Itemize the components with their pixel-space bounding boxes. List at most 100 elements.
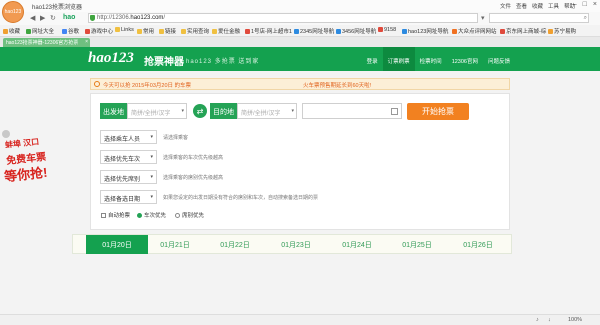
tab-strip: hao123抢票神器-12306官方抢票 × xyxy=(0,37,600,47)
bookmark-item[interactable]: 爱仕金融 xyxy=(212,27,240,35)
nav-feedback[interactable]: 问题反馈 xyxy=(483,47,515,71)
radio-dot xyxy=(175,213,180,218)
tab-close-icon[interactable]: × xyxy=(85,39,88,45)
header-nav: 登录 订票刷票 检票时间 12306官网 问题反馈 xyxy=(362,47,515,71)
bookmark-item[interactable]: Links xyxy=(115,27,134,33)
checkbox-box xyxy=(101,213,106,218)
seat-priority-select[interactable]: 选择优先席别 ▾ xyxy=(100,170,157,184)
clock-icon xyxy=(94,81,100,87)
date-tab[interactable]: 01月22日 xyxy=(204,235,266,254)
chevron-down-icon: ▾ xyxy=(150,154,153,160)
folder-icon xyxy=(137,29,142,34)
nav-check-time[interactable]: 检票时间 xyxy=(415,47,447,71)
bookmark-item[interactable]: 网址大全 xyxy=(26,27,54,35)
site-header: hao123 抢票神器 hao123 多抢票 送到家 登录 订票刷票 检票时间 … xyxy=(0,47,600,71)
swap-stations-button[interactable]: ⇄ xyxy=(193,104,207,118)
auto-grab-checkbox[interactable]: 自动抢票 xyxy=(101,211,130,219)
star-icon xyxy=(3,29,8,34)
bookmark-item[interactable]: 链接 xyxy=(159,27,176,35)
bookmark-item[interactable]: 游戏中心 xyxy=(85,27,113,35)
nav-login[interactable]: 登录 xyxy=(362,47,383,71)
train-priority-hint: 选择乘客的车次优先级越高 xyxy=(163,155,224,161)
search-icon[interactable]: ⌕ xyxy=(584,15,587,22)
url-text: http://12306.hao123.com/ xyxy=(97,15,166,21)
search-input[interactable]: ⌕ xyxy=(489,13,589,23)
bookmark-item[interactable]: hao123网址导航 xyxy=(402,27,448,35)
backup-date-select[interactable]: 选择备选日期 ▾ xyxy=(100,190,157,204)
from-station-input[interactable]: 简拼/全拼/汉字 ▾ xyxy=(127,103,187,119)
bookmark-item[interactable]: 9158 xyxy=(378,27,396,33)
menu-file[interactable]: 文件 xyxy=(500,2,511,10)
title-menu: 文件 查看 收藏 工具 帮助 xyxy=(500,2,575,10)
bookmark-item[interactable]: 1号店-网上超市1 xyxy=(245,27,292,35)
menu-tools[interactable]: 工具 xyxy=(548,2,559,10)
decoration-icon xyxy=(2,130,10,138)
minimize-icon[interactable]: – xyxy=(573,1,577,8)
site-icon xyxy=(402,29,407,34)
title-bar: hao123抢票浏览器 文件 查看 收藏 工具 帮助 – □ × xyxy=(0,0,600,12)
close-icon[interactable]: × xyxy=(593,1,597,8)
date-tab[interactable]: 01月23日 xyxy=(265,235,327,254)
brand-logo[interactable]: hao123 xyxy=(88,50,134,67)
chevron-down-icon: ▾ xyxy=(291,108,294,114)
bookmark-item[interactable]: 苏宁易购 xyxy=(548,27,576,35)
chevron-down-icon: ▾ xyxy=(150,194,153,200)
home-logo[interactable]: hao xyxy=(63,14,75,21)
maximize-icon[interactable]: □ xyxy=(583,1,587,8)
train-priority-select[interactable]: 选择优先车次 ▾ xyxy=(100,150,157,164)
menu-favorites[interactable]: 收藏 xyxy=(532,2,543,10)
promo-banner[interactable]: 蚌埠 汉口 免费车票 等你抢! xyxy=(0,128,60,186)
nav-ticket[interactable]: 订票刷票 xyxy=(382,47,415,71)
site-icon xyxy=(452,29,457,34)
download-icon[interactable]: ↓ xyxy=(548,317,551,323)
date-tab[interactable]: 01月24日 xyxy=(326,235,388,254)
sound-icon[interactable]: ♪ xyxy=(536,317,539,323)
status-bar: ♪ ↓ 100% xyxy=(0,314,600,325)
menu-view[interactable]: 查看 xyxy=(516,2,527,10)
folder-icon xyxy=(159,29,164,34)
to-station-input[interactable]: 简拼/全拼/汉字 ▾ xyxy=(237,103,297,119)
calendar-icon[interactable] xyxy=(391,108,398,115)
forward-icon[interactable]: ▶ xyxy=(40,14,45,22)
train-first-radio[interactable]: 车次优先 xyxy=(137,211,166,219)
site-icon xyxy=(378,27,383,32)
bookmark-item[interactable]: 收藏 xyxy=(3,27,20,35)
bookmark-item[interactable]: 实用查询 xyxy=(181,27,209,35)
bookmark-item[interactable]: 京东网上商城-综 xyxy=(500,27,546,35)
chevron-down-icon: ▾ xyxy=(150,174,153,180)
folder-icon xyxy=(181,29,186,34)
date-input[interactable] xyxy=(302,103,402,119)
backup-date-hint: 如果您设定的出发日期没有符合的席别和车次，自动搜索备选日期的票 xyxy=(163,195,319,201)
start-grab-button[interactable]: 开始抢票 xyxy=(407,103,469,120)
site-icon xyxy=(294,29,299,34)
refresh-icon[interactable]: ↻ xyxy=(50,14,56,22)
date-tab[interactable]: 01月25日 xyxy=(386,235,448,254)
promo-line-3: 等你抢! xyxy=(3,164,49,185)
url-input[interactable]: http://12306.hao123.com/ xyxy=(88,13,478,23)
nav-12306[interactable]: 12306官网 xyxy=(447,47,483,71)
date-tab[interactable]: 01月21日 xyxy=(144,235,206,254)
passenger-select[interactable]: 选择乘车人员 ▾ xyxy=(100,130,157,144)
dropdown-icon[interactable]: ▾ xyxy=(481,14,485,22)
site-icon xyxy=(62,29,67,34)
passenger-hint: 请选择乘客 xyxy=(163,135,189,141)
bookmark-item[interactable]: 大众点评网网站 xyxy=(452,27,497,35)
site-icon xyxy=(245,29,250,34)
date-tab[interactable]: 01月20日 xyxy=(86,235,148,254)
site-icon xyxy=(85,29,90,34)
browser-logo[interactable]: hao123 xyxy=(2,1,24,23)
bookmark-item[interactable]: 常用 xyxy=(137,27,154,35)
seat-first-radio[interactable]: 席别优先 xyxy=(175,211,204,219)
back-icon[interactable]: ◀ xyxy=(30,14,35,22)
address-toolbar: ◀ ▶ ↻ hao http://12306.hao123.com/ ▾ ⌕ xyxy=(0,12,600,25)
bookmark-item[interactable]: 谷歌 xyxy=(62,27,79,35)
folder-icon xyxy=(212,29,217,34)
bookmark-item[interactable]: 3456网址导航 xyxy=(336,27,376,35)
tab-active[interactable]: hao123抢票神器-12306官方抢票 × xyxy=(3,38,90,47)
site-icon xyxy=(548,29,553,34)
date-tab[interactable]: 01月26日 xyxy=(447,235,509,254)
site-icon xyxy=(336,29,341,34)
notice-left: 今天可以抢 2015年03月20日 的车票 xyxy=(103,83,192,89)
bookmark-item[interactable]: 2345网址导航 xyxy=(294,27,334,35)
zoom-level[interactable]: 100% xyxy=(568,317,582,323)
